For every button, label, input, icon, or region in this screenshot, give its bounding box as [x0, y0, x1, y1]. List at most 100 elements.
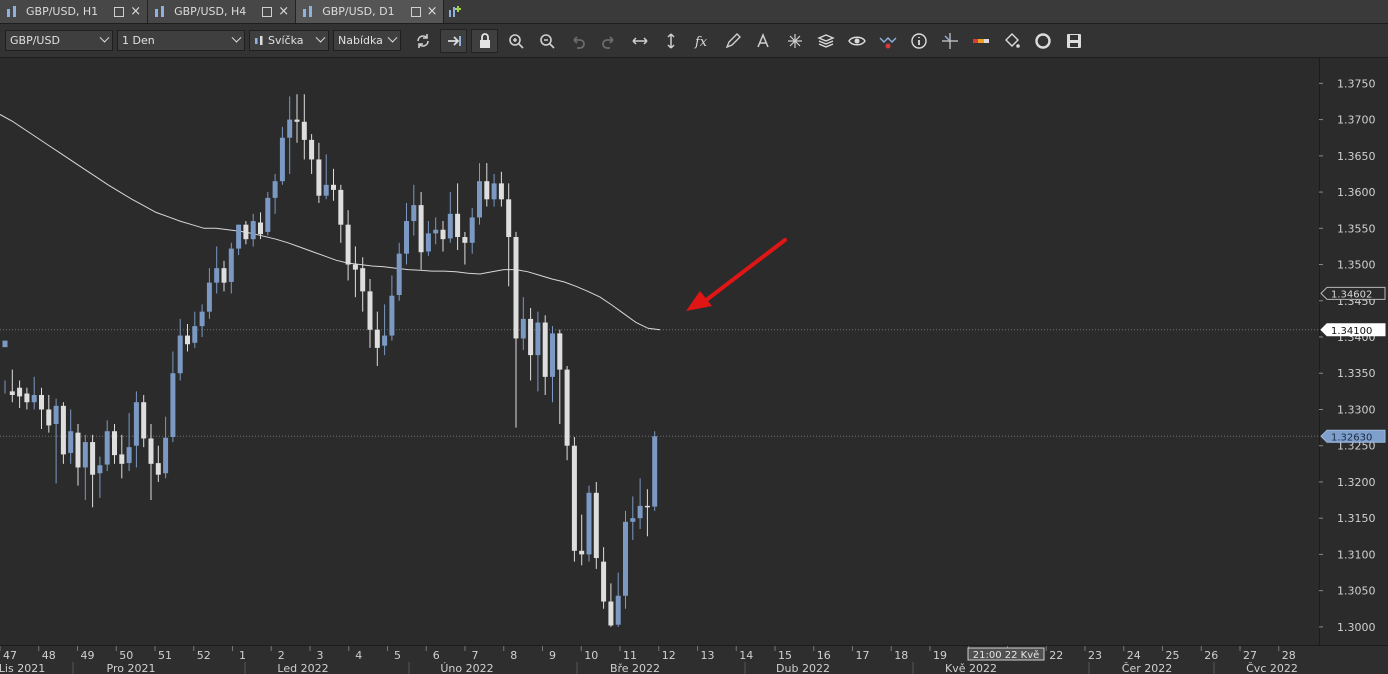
candle-body — [221, 268, 227, 283]
candle-body — [564, 369, 570, 446]
objects-button[interactable] — [781, 29, 808, 53]
week-label: 48 — [42, 649, 56, 662]
refresh-button[interactable] — [409, 29, 436, 53]
candlestick-icon — [255, 35, 263, 45]
layers-button[interactable] — [812, 29, 839, 53]
tab-gbpusd-h1[interactable]: GBP/USD, H1 × — [0, 0, 149, 23]
candle-body — [506, 199, 512, 237]
candle-body — [68, 431, 74, 453]
candle — [571, 437, 577, 562]
signals-button[interactable] — [874, 29, 901, 53]
y-tick-label: 1.3300 — [1337, 403, 1376, 416]
price-type-select[interactable]: Nabídka — [333, 30, 401, 51]
candlestick-chart-icon — [154, 5, 166, 18]
price-label: 1.34100 — [1320, 323, 1386, 337]
week-label: 6 — [433, 649, 440, 662]
week-label: 7 — [472, 649, 479, 662]
week-label: 13 — [701, 649, 715, 662]
info-button[interactable] — [905, 29, 932, 53]
close-icon[interactable]: × — [130, 5, 141, 18]
text-tool-button[interactable] — [750, 29, 777, 53]
tab-gbpusd-d1[interactable]: GBP/USD, D1 × — [296, 0, 445, 23]
save-button[interactable] — [1060, 29, 1087, 53]
timeframe-select-value: 1 Den — [122, 34, 155, 47]
detach-window-icon[interactable] — [410, 6, 421, 17]
undo-button[interactable] — [564, 29, 591, 53]
detach-window-icon[interactable] — [114, 6, 125, 17]
chevron-down-icon — [387, 32, 398, 43]
close-icon[interactable]: × — [278, 5, 289, 18]
autoscroll-icon — [447, 35, 461, 46]
candle-body — [214, 268, 220, 283]
candle-body — [24, 393, 30, 403]
chart-type-value-wrap: Svíčka — [254, 34, 304, 47]
candle-body — [75, 432, 81, 468]
zoom-in-button[interactable] — [502, 29, 529, 53]
candle-body — [484, 181, 490, 200]
candle — [652, 431, 658, 511]
y-tick-label: 1.3000 — [1337, 621, 1376, 634]
candle-body — [82, 442, 88, 468]
candle-body — [236, 224, 242, 249]
zoom-out-button[interactable] — [533, 29, 560, 53]
candle-body — [418, 205, 424, 253]
fill-color-button[interactable] — [998, 29, 1025, 53]
week-label: 16 — [817, 649, 831, 662]
candle-body — [206, 282, 212, 312]
candle — [265, 192, 271, 236]
add-chart-button[interactable] — [444, 0, 467, 23]
candle-body — [272, 181, 278, 198]
crosshair-button[interactable] — [936, 29, 963, 53]
candle-body — [250, 221, 256, 240]
chevron-down-icon — [99, 32, 110, 43]
indicators-button[interactable]: fx — [688, 29, 715, 53]
week-label: 17 — [856, 649, 870, 662]
y-tick-label: 1.3050 — [1337, 585, 1376, 598]
candle-body — [345, 224, 351, 265]
week-label: 5 — [394, 649, 401, 662]
lock-button[interactable] — [471, 28, 498, 53]
candle-body — [498, 183, 504, 200]
month-label: Kvě 2022 — [945, 662, 997, 674]
chart-type-select[interactable]: Svíčka — [249, 30, 329, 51]
candle-body — [60, 405, 66, 455]
candle-body — [571, 445, 577, 551]
crosshair-objects-icon — [787, 33, 802, 48]
autoscroll-button[interactable] — [440, 28, 467, 53]
week-label: 26 — [1204, 649, 1218, 662]
price-label: 1.32630 — [1320, 429, 1386, 443]
price-levels-button[interactable] — [967, 29, 994, 53]
chart-tab-bar: GBP/USD, H1 × GBP/USD, H4 × GBP/USD, D1 … — [0, 0, 1388, 24]
timeframe-select[interactable]: 1 Den — [117, 30, 245, 51]
candle-body — [323, 184, 329, 196]
y-tick-label: 1.3200 — [1337, 476, 1376, 489]
week-label: 2 — [278, 649, 285, 662]
theme-button[interactable] — [1029, 29, 1056, 53]
horizontal-scale-button[interactable] — [626, 29, 653, 53]
candle-body — [447, 213, 453, 239]
chart-area[interactable]: 1.3750 1.3700 1.3650 1.3600 1.3550 1.3500 1.34… — [0, 58, 1388, 674]
candle-body — [133, 402, 139, 446]
candle-body — [520, 318, 526, 339]
week-label: 50 — [119, 649, 133, 662]
candle-body — [550, 333, 555, 377]
tab-gbpusd-h4[interactable]: GBP/USD, H4 × — [148, 0, 297, 23]
visibility-button[interactable] — [843, 29, 870, 53]
add-chart-icon — [449, 5, 462, 17]
detach-window-icon[interactable] — [262, 6, 273, 17]
symbol-select[interactable]: GBP/USD — [5, 30, 113, 51]
candle-body — [360, 268, 366, 292]
price-chart[interactable]: 1.3750 1.3700 1.3650 1.3600 1.3550 1.3500 1.34… — [0, 58, 1388, 674]
week-label: 19 — [933, 649, 947, 662]
candle-body — [425, 233, 431, 252]
redo-button[interactable] — [595, 29, 622, 53]
draw-button[interactable] — [719, 29, 746, 53]
week-label: 27 — [1243, 649, 1257, 662]
close-icon[interactable]: × — [427, 5, 438, 18]
symbol-select-value: GBP/USD — [10, 34, 60, 47]
candle-body — [258, 222, 263, 235]
candle-body — [17, 387, 23, 397]
price-label-text: 1.34602 — [1331, 289, 1372, 300]
vertical-scale-button[interactable] — [657, 29, 684, 53]
candlestick-chart-icon — [302, 5, 314, 18]
